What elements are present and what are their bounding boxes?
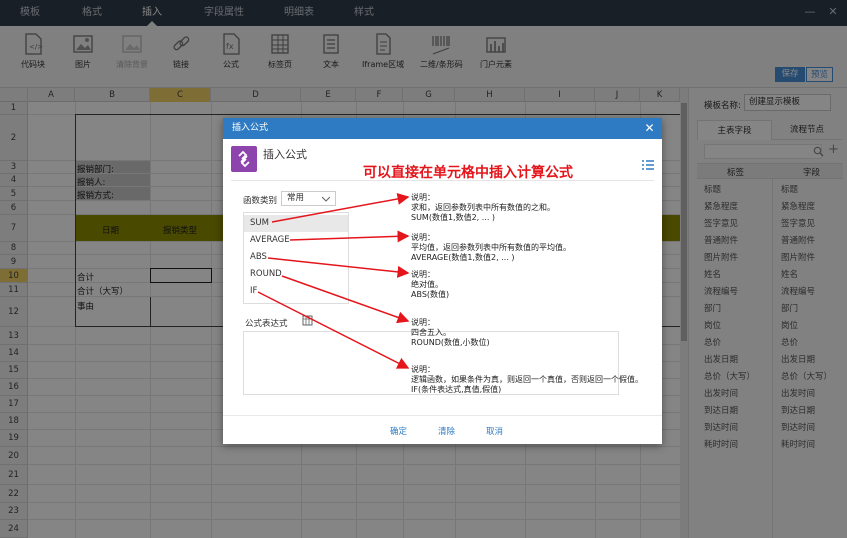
arrow-if <box>257 291 410 369</box>
arrow-sum <box>271 192 410 223</box>
arrow-average <box>289 230 410 243</box>
arrow-abs <box>267 257 410 278</box>
annotation-arrows <box>257 192 410 369</box>
